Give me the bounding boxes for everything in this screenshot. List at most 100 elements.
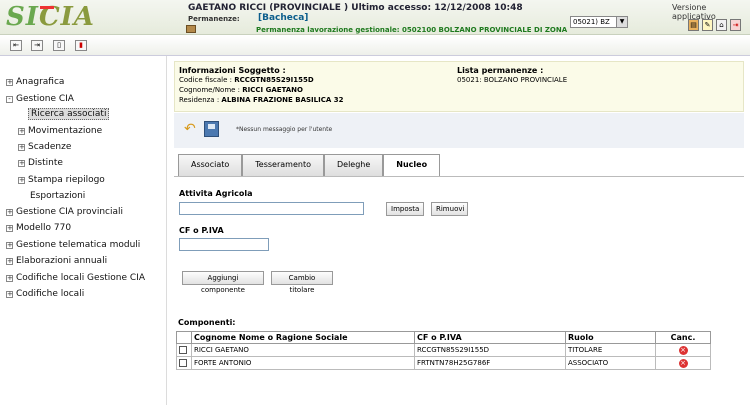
sidebar-item-ricerca-associati[interactable]: Ricerca associati <box>28 108 110 120</box>
sidebar-item-codifiche-gestione[interactable]: + Codifiche locali Gestione CIA <box>6 272 145 284</box>
exit-icon[interactable]: ⇥ <box>730 19 741 31</box>
book-icon[interactable] <box>186 25 196 33</box>
nome-row: Cognome/Nome : RICCI GAETANO <box>179 86 303 94</box>
tab-tesseramento[interactable]: Tesseramento <box>242 154 324 176</box>
user-message: *Nessun messaggio per l'utente <box>236 126 333 133</box>
expand-icon[interactable]: + <box>6 290 13 298</box>
sidebar-item-modello-770[interactable]: + Modello 770 <box>6 222 71 234</box>
cambio-titolare-button[interactable]: Cambio titolare <box>271 271 333 294</box>
cf-label: Codice fiscale : <box>179 76 232 84</box>
residenza-value: ALBINA FRAZIONE BASILICA 32 <box>221 96 344 104</box>
sidebar-item-codifiche-locali[interactable]: + Codifiche locali <box>6 288 84 300</box>
expand-icon[interactable]: + <box>18 176 25 184</box>
row-cf: RCCGTN85S29I155D <box>414 343 566 357</box>
note-icon[interactable]: ✎ <box>702 19 713 31</box>
sidebar-item-label: Anagrafica <box>16 77 65 87</box>
col-ruolo: Ruolo <box>565 331 656 344</box>
logo-accent <box>40 6 54 9</box>
row-checkbox-cell <box>176 356 192 370</box>
row-checkbox[interactable] <box>179 359 187 367</box>
permanenza-lavorazione: Permanenza lavorazione gestionale: 05021… <box>256 26 568 34</box>
sidebar-item-esportazioni[interactable]: Esportazioni <box>30 190 85 202</box>
sidebar-item-label: Gestione CIA <box>16 94 74 104</box>
undo-icon[interactable]: ↶ <box>184 121 198 137</box>
expand-icon[interactable]: + <box>18 143 25 151</box>
residenza-label: Residenza : <box>179 96 220 104</box>
sidebar-item-scadenze[interactable]: + Scadenze <box>18 141 71 153</box>
codice-fiscale-row: Codice fiscale : RCCGTN85S29I155D <box>179 76 314 84</box>
attivita-input[interactable] <box>179 202 364 215</box>
sidebar-item-label: Scadenze <box>28 142 72 152</box>
expand-icon[interactable]: + <box>6 257 13 265</box>
permanenze-label: Permanenze: <box>188 15 240 23</box>
zone-select-value: 05021) BZ <box>573 18 610 26</box>
sidebar-item-gestione-cia[interactable]: - Gestione CIA <box>6 93 74 105</box>
tag-icon[interactable]: ▮ <box>75 40 87 51</box>
sidebar-item-elaborazioni-annuali[interactable]: + Elaborazioni annuali <box>6 255 107 267</box>
sidebar-item-gestione-cia-provinciali[interactable]: + Gestione CIA provinciali <box>6 206 123 218</box>
sidebar: + Anagrafica - Gestione CIA Ricerca associ… <box>0 56 167 405</box>
row-cf: FRTNTN78H25G786F <box>414 356 566 370</box>
tab-bar: Associato Tesseramento Deleghe Nucleo <box>178 154 441 177</box>
home-icon[interactable]: ⌂ <box>716 19 727 31</box>
top-icons: ▤ ✎ ⌂ ⇥ <box>688 19 741 31</box>
sidebar-item-label: Codifiche locali <box>16 289 85 299</box>
expand-icon[interactable]: + <box>6 274 13 282</box>
sidebar-item-gestione-telematica[interactable]: + Gestione telematica moduli <box>6 239 140 251</box>
row-nome: RICCI GAETANO <box>191 343 415 357</box>
permanenze-value[interactable]: [Bacheca] <box>258 13 308 23</box>
logo-part1: SI <box>6 2 39 32</box>
chevron-down-icon[interactable]: ▼ <box>616 17 627 27</box>
tab-associato[interactable]: Associato <box>178 154 243 176</box>
cf-piva-input[interactable] <box>179 238 269 251</box>
expand-icon[interactable]: + <box>6 208 13 216</box>
sidebar-item-distinte[interactable]: + Distinte <box>18 157 63 169</box>
top-toolbar: ⇤ ⇥ ▯ ▮ <box>0 36 750 56</box>
expand-icon[interactable]: + <box>6 224 13 232</box>
collapse-icon[interactable]: - <box>6 95 13 103</box>
sidebar-item-label: Distinte <box>28 158 63 168</box>
expand-icon[interactable]: + <box>6 78 13 86</box>
sidebar-item-label: Modello 770 <box>16 223 72 233</box>
expand-icon[interactable]: + <box>6 241 13 249</box>
zone-select[interactable]: 05021) BZ ▼ <box>570 16 628 28</box>
componenti-title: Componenti: <box>178 318 236 327</box>
sidebar-item-stampa-riepilogo[interactable]: + Stampa riepilogo <box>18 174 105 186</box>
attivita-label: Attivita Agricola <box>179 189 253 198</box>
table-row: RICCI GAETANO RCCGTN85S29I155D TITOLARE … <box>176 343 711 357</box>
rimuovi-button[interactable]: Rimuovi <box>431 202 468 216</box>
sidebar-item-movimentazione[interactable]: + Movimentazione <box>18 125 102 137</box>
main-content: Informazioni Soggetto : Codice fiscale :… <box>170 56 750 405</box>
subject-info-panel: Informazioni Soggetto : Codice fiscale :… <box>174 61 744 112</box>
delete-icon[interactable]: × <box>678 358 688 368</box>
sidebar-item-anagrafica[interactable]: + Anagrafica <box>6 76 64 88</box>
tab-deleghe[interactable]: Deleghe <box>323 154 384 176</box>
document-icon[interactable]: ▯ <box>53 40 65 51</box>
tab-divider <box>174 176 744 177</box>
book-icon[interactable]: ▤ <box>688 19 699 31</box>
row-checkbox[interactable] <box>179 346 187 354</box>
save-icon[interactable] <box>204 121 219 137</box>
expand-icon[interactable]: ⇥ <box>31 40 43 51</box>
row-checkbox-cell <box>176 343 192 357</box>
row-nome: FORTE ANTONIO <box>191 356 415 370</box>
residenza-row: Residenza : ALBINA FRAZIONE BASILICA 32 <box>179 96 343 104</box>
delete-icon[interactable]: × <box>678 345 688 355</box>
tab-nucleo[interactable]: Nucleo <box>383 154 441 177</box>
sidebar-item-label: Movimentazione <box>28 126 103 136</box>
cf-value: RCCGTN85S29I155D <box>234 76 314 84</box>
nome-value: RICCI GAETANO <box>242 86 303 94</box>
collapse-icon[interactable]: ⇤ <box>10 40 22 51</box>
table-row: FORTE ANTONIO FRTNTN78H25G786F ASSOCIATO… <box>176 356 711 370</box>
lista-permanenze-title: Lista permanenze : <box>457 66 544 75</box>
expand-icon[interactable]: + <box>18 127 25 135</box>
user-access-line: GAETANO RICCI (PROVINCIALE ) Ultimo acce… <box>188 3 523 13</box>
imposta-button[interactable]: Imposta <box>386 202 424 216</box>
aggiungi-componente-button[interactable]: Aggiungi componente <box>182 271 264 294</box>
col-nome: Cognome Nome o Ragione Sociale <box>191 331 415 344</box>
expand-icon[interactable]: + <box>18 159 25 167</box>
sidebar-item-label: Esportazioni <box>30 191 86 201</box>
col-cf: CF o P.IVA <box>414 331 566 344</box>
table-header-row: Cognome Nome o Ragione Sociale CF o P.IV… <box>176 331 711 344</box>
sidebar-item-label: Gestione telematica moduli <box>16 240 141 250</box>
